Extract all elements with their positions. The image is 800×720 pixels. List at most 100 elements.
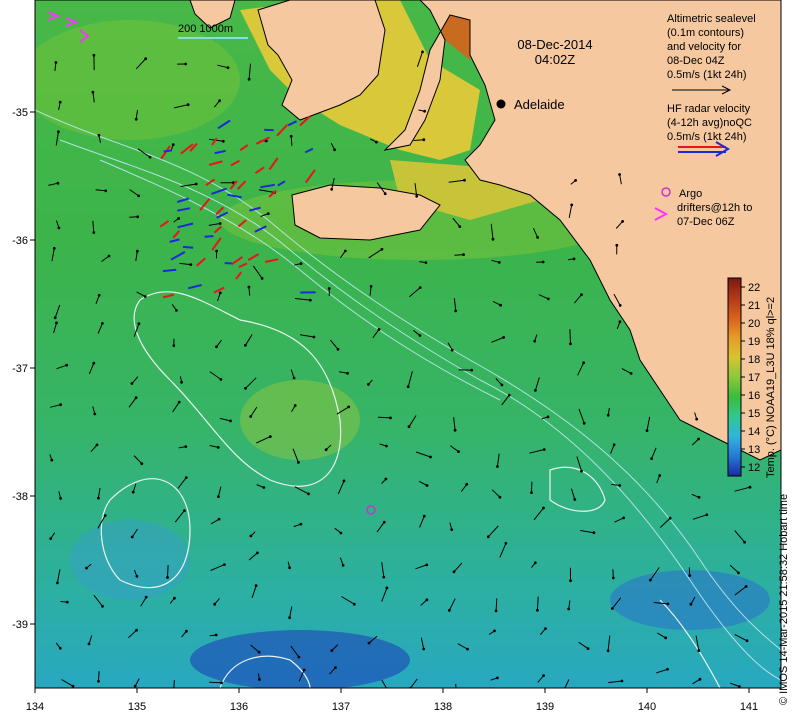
altimetry-arrow-head xyxy=(491,237,495,241)
altimetry-arrow-head xyxy=(375,140,378,144)
altimetry-arrow-head xyxy=(606,649,610,653)
altimetry-arrow-head xyxy=(217,495,220,498)
altimetry-arrow-head xyxy=(737,571,740,575)
legend-hf-line3: 0.5m/s (1kt 24h) xyxy=(667,131,746,143)
altimetry-arrow-head xyxy=(56,581,59,585)
altimetry-arrow-head xyxy=(341,563,345,567)
altimetry-arrow-head xyxy=(216,446,220,449)
altimetry-arrow-head xyxy=(327,287,331,290)
legend-alt-line5: 0.5m/s (1kt 24h) xyxy=(667,69,746,81)
altimetry-arrow-head xyxy=(59,497,62,500)
altimetry-arrow-head xyxy=(85,566,88,570)
latitude-axis: -35 -36 -37 -38 -39 xyxy=(12,107,35,631)
altimetry-arrow-head xyxy=(223,563,226,566)
altimetry-arrow-head xyxy=(184,476,188,479)
altimetry-arrow-head xyxy=(612,443,616,447)
altimetry-arrow-head xyxy=(369,285,373,288)
altimetry-arrow xyxy=(290,136,293,146)
lon-tick-label: 140 xyxy=(638,701,656,713)
altimetry-arrow-head xyxy=(580,293,583,297)
altimetry-arrow-head xyxy=(184,62,188,66)
altimetry-arrow-head xyxy=(226,66,230,70)
altimetry-arrow-head xyxy=(137,322,141,326)
altimetry-arrow-head xyxy=(136,215,140,219)
colorbar-tick-label: 20 xyxy=(748,318,760,330)
altimetry-arrow-head xyxy=(133,684,137,688)
altimetry-arrow-head xyxy=(546,297,550,301)
altimetry-arrow-head xyxy=(247,77,251,81)
altimetry-arrow-head xyxy=(97,496,100,500)
altimetry-arrow-head xyxy=(307,492,310,496)
longitude-axis: 134 135 136 137 138 139 140 141 xyxy=(26,688,758,713)
altimetry-arrow-head xyxy=(297,655,301,659)
lat-tick-label: -39 xyxy=(12,619,28,631)
altimetry-arrow-head xyxy=(175,309,178,312)
hf-radar-arrow xyxy=(204,235,214,238)
altimetry-arrow-head xyxy=(218,222,222,225)
altimetry-arrow-head xyxy=(289,134,293,138)
altimetry-arrow-head xyxy=(572,257,576,261)
altimetry-arrow-head xyxy=(144,57,148,61)
hf-radar-arrow xyxy=(162,268,177,273)
altimetry-arrow-head xyxy=(748,485,752,489)
altimetry-arrow-head xyxy=(367,641,371,645)
altimetry-arrow-head xyxy=(650,457,653,460)
altimetry-arrow-head xyxy=(50,458,54,462)
altimetry-arrow-head xyxy=(93,412,97,416)
altimetry-arrow-head xyxy=(183,509,186,512)
altimetry-arrow-head xyxy=(172,694,175,697)
altimetry-arrow-head xyxy=(453,428,457,432)
altimetry-arrow-head xyxy=(486,535,490,539)
altimetry-arrow-head xyxy=(621,220,624,223)
altimetry-arrow-head xyxy=(134,396,138,400)
altimetry-arrow-head xyxy=(697,649,701,653)
altimetry-arrow-head xyxy=(367,383,370,386)
altimetry-arrow-head xyxy=(177,400,181,404)
altimetry-arrow-head xyxy=(570,203,574,207)
lon-tick-label: 134 xyxy=(26,701,44,713)
map-time: 04:02Z xyxy=(535,52,576,67)
altimetry-arrow-head xyxy=(705,513,709,517)
legend-hf-line1: HF radar velocity xyxy=(667,103,751,115)
altimetry-arrow xyxy=(569,329,571,344)
lon-tick-label: 137 xyxy=(332,701,350,713)
altimetry-arrow-head xyxy=(385,586,389,590)
altimetry-arrow-head xyxy=(645,429,649,432)
altimetry-arrow-head xyxy=(347,405,351,409)
altimetry-arrow-head xyxy=(65,363,69,367)
altimetry-arrow-head xyxy=(330,649,334,652)
colorbar-tick-label: 18 xyxy=(748,354,760,366)
lon-tick-label: 139 xyxy=(536,701,554,713)
colorbar-tick-label: 21 xyxy=(748,300,760,312)
altimetry-arrow-head xyxy=(507,393,511,397)
altimetry-arrow-head xyxy=(194,182,198,186)
altimetry-arrow-head xyxy=(450,528,454,531)
altimetry-arrow-head xyxy=(293,404,297,407)
altimetry-arrow-head xyxy=(249,415,253,418)
altimetry-arrow-head xyxy=(421,50,424,54)
altimetry-arrow xyxy=(377,416,391,419)
altimetry-arrow-head xyxy=(262,486,266,489)
altimetry-arrow-head xyxy=(618,320,622,324)
altimetry-arrow-head xyxy=(104,189,108,193)
altimetry-arrow-head xyxy=(97,133,101,137)
lon-tick-label: 135 xyxy=(128,701,146,713)
altimetry-arrow-head xyxy=(143,295,147,298)
altimetry-arrow-head xyxy=(494,609,498,613)
lon-tick-label: 138 xyxy=(434,701,452,713)
altimetry-arrow-head xyxy=(418,334,422,337)
altimetry-arrow-head xyxy=(148,155,152,159)
cool-patch xyxy=(70,520,190,600)
altimetry-arrow-head xyxy=(218,99,222,103)
altimetry-arrow-head xyxy=(447,609,451,612)
altimetry-arrow-head xyxy=(186,103,190,107)
legend-argo-line2: drifters@12h to xyxy=(677,202,752,214)
altimetry-arrow-head xyxy=(666,667,669,671)
altimetry-arrow-head xyxy=(249,534,253,538)
altimetry-arrow-head xyxy=(668,516,672,520)
altimetry-arrow-head xyxy=(744,585,748,588)
altimetry-arrow-head xyxy=(649,578,652,582)
altimetry-arrow-head xyxy=(622,516,626,520)
altimetry-arrow-head xyxy=(406,385,410,389)
altimetry-arrow-head xyxy=(339,531,343,535)
